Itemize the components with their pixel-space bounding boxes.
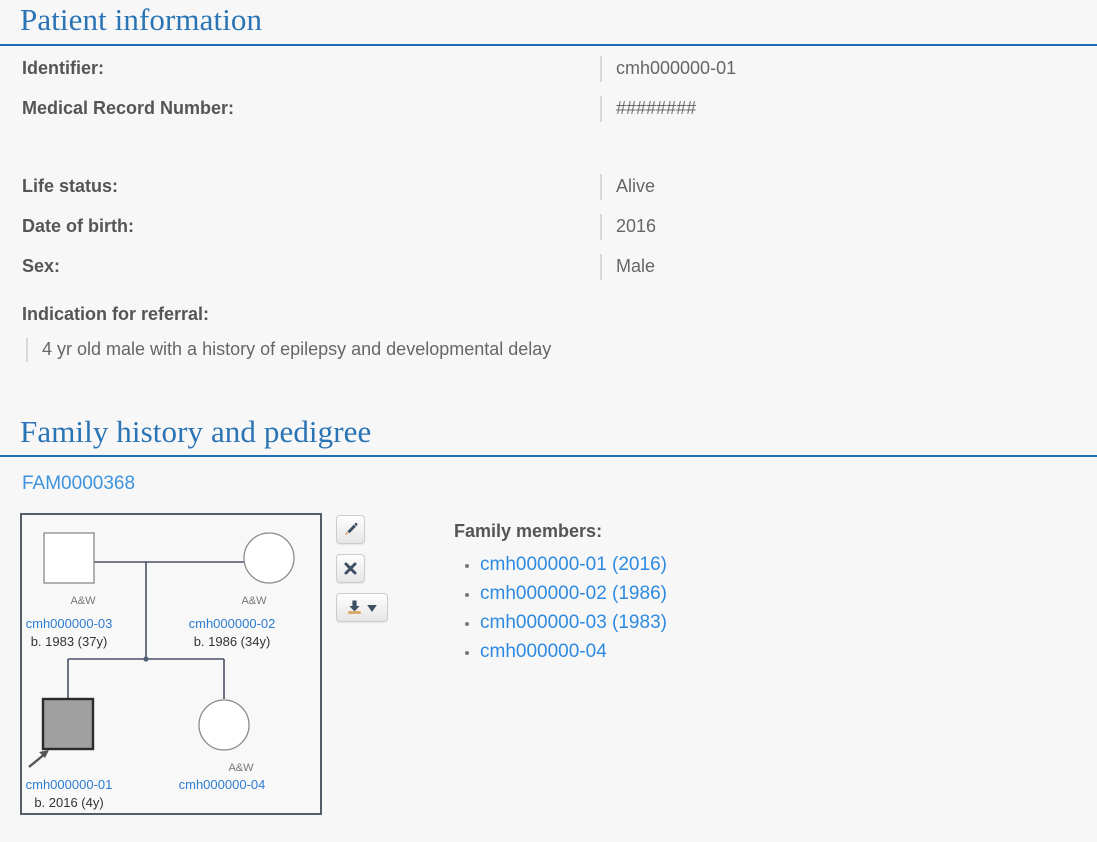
pedigree-area: A&W cmh000000-03 b. 1983 (37y) A&W cmh00…: [0, 513, 1097, 815]
family-members-title: Family members:: [454, 521, 667, 542]
life-status-label: Life status:: [0, 176, 600, 197]
close-x-icon: [343, 561, 358, 576]
pedigree-node-father-birth: b. 1983 (37y): [31, 634, 108, 649]
info-row-medical-record-number: Medical Record Number: ########: [0, 96, 1097, 136]
pedigree-node-proband-shape: [43, 699, 93, 749]
family-member-link[interactable]: cmh000000-04: [480, 641, 607, 662]
info-row-sex: Sex: Male: [0, 254, 1097, 294]
sex-value-container: Male: [600, 254, 655, 280]
identifier-label: Identifier:: [0, 58, 600, 79]
medical-record-number-label: Medical Record Number:: [0, 98, 600, 119]
family-history-title: Family history and pedigree: [0, 412, 1097, 456]
family-member-link[interactable]: cmh000000-03 (1983): [480, 612, 667, 633]
patient-info-rows: Identifier: cmh000000-01 Medical Record …: [0, 46, 1097, 362]
family-member-link[interactable]: cmh000000-01 (2016): [480, 554, 667, 575]
list-item: cmh000000-03 (1983): [480, 612, 667, 634]
edit-pedigree-button[interactable]: [336, 515, 365, 544]
sex-value: Male: [616, 256, 655, 277]
family-member-link[interactable]: cmh000000-02 (1986): [480, 583, 667, 604]
indication-for-referral-value-container: 4 yr old male with a history of epilepsy…: [26, 338, 1097, 362]
family-id-link[interactable]: FAM0000368: [0, 473, 135, 495]
info-row-date-of-birth: Date of birth: 2016: [0, 214, 1097, 254]
medical-record-number-value: ########: [616, 98, 696, 119]
info-row-spacer: [0, 136, 1097, 174]
patient-information-section: Patient information Identifier: cmh00000…: [0, 0, 1097, 362]
sibship-junction-dot: [143, 657, 148, 662]
proband-arrow-icon: [29, 750, 49, 767]
pedigree-node-mother-id: cmh000000-02: [189, 616, 276, 631]
life-status-value-container: Alive: [600, 174, 655, 200]
caret-down-icon: [366, 602, 378, 614]
pedigree-toolbar: [336, 513, 388, 622]
list-item: cmh000000-02 (1986): [480, 583, 667, 605]
family-members-panel: Family members: cmh000000-01 (2016) cmh0…: [454, 513, 667, 670]
life-status-value: Alive: [616, 176, 655, 197]
pedigree-node-mother-status: A&W: [241, 595, 267, 607]
pedigree-node-sibling-id: cmh000000-04: [179, 777, 266, 792]
indication-for-referral-label: Indication for referral:: [0, 304, 1097, 325]
pedigree-chart[interactable]: A&W cmh000000-03 b. 1983 (37y) A&W cmh00…: [20, 513, 322, 815]
family-history-section: Family history and pedigree FAM0000368: [0, 412, 1097, 816]
date-of-birth-label: Date of birth:: [0, 216, 600, 237]
pedigree-node-mother-shape: [244, 533, 294, 583]
indication-for-referral-value: 4 yr old male with a history of epilepsy…: [42, 339, 551, 360]
pedigree-node-sibling-status: A&W: [228, 762, 254, 774]
download-pedigree-button[interactable]: [336, 593, 388, 622]
info-row-life-status: Life status: Alive: [0, 174, 1097, 214]
download-icon: [346, 599, 363, 616]
pedigree-node-mother-birth: b. 1986 (34y): [194, 634, 271, 649]
pedigree-node-father-id: cmh000000-03: [26, 616, 113, 631]
pencil-icon: [342, 521, 359, 538]
family-members-list: cmh000000-01 (2016) cmh000000-02 (1986) …: [454, 554, 667, 663]
sex-label: Sex:: [0, 256, 600, 277]
pedigree-svg: A&W cmh000000-03 b. 1983 (37y) A&W cmh00…: [22, 515, 320, 813]
identifier-value-container: cmh000000-01: [600, 56, 736, 82]
date-of-birth-value: 2016: [616, 216, 656, 237]
list-item: cmh000000-01 (2016): [480, 554, 667, 576]
medical-record-number-value-container: ########: [600, 96, 696, 122]
family-id-row: FAM0000368: [0, 457, 1097, 495]
date-of-birth-value-container: 2016: [600, 214, 656, 240]
info-row-identifier: Identifier: cmh000000-01: [0, 56, 1097, 96]
identifier-value: cmh000000-01: [616, 58, 736, 79]
pedigree-node-father-status: A&W: [70, 595, 96, 607]
pedigree-node-father-shape: [44, 533, 94, 583]
delete-pedigree-button[interactable]: [336, 554, 365, 583]
pedigree-node-proband-birth: b. 2016 (4y): [34, 795, 103, 810]
list-item: cmh000000-04: [480, 641, 667, 663]
pedigree-node-proband-id: cmh000000-01: [26, 777, 113, 792]
patient-information-title: Patient information: [0, 0, 1097, 44]
pedigree-node-sibling-shape: [199, 700, 249, 750]
